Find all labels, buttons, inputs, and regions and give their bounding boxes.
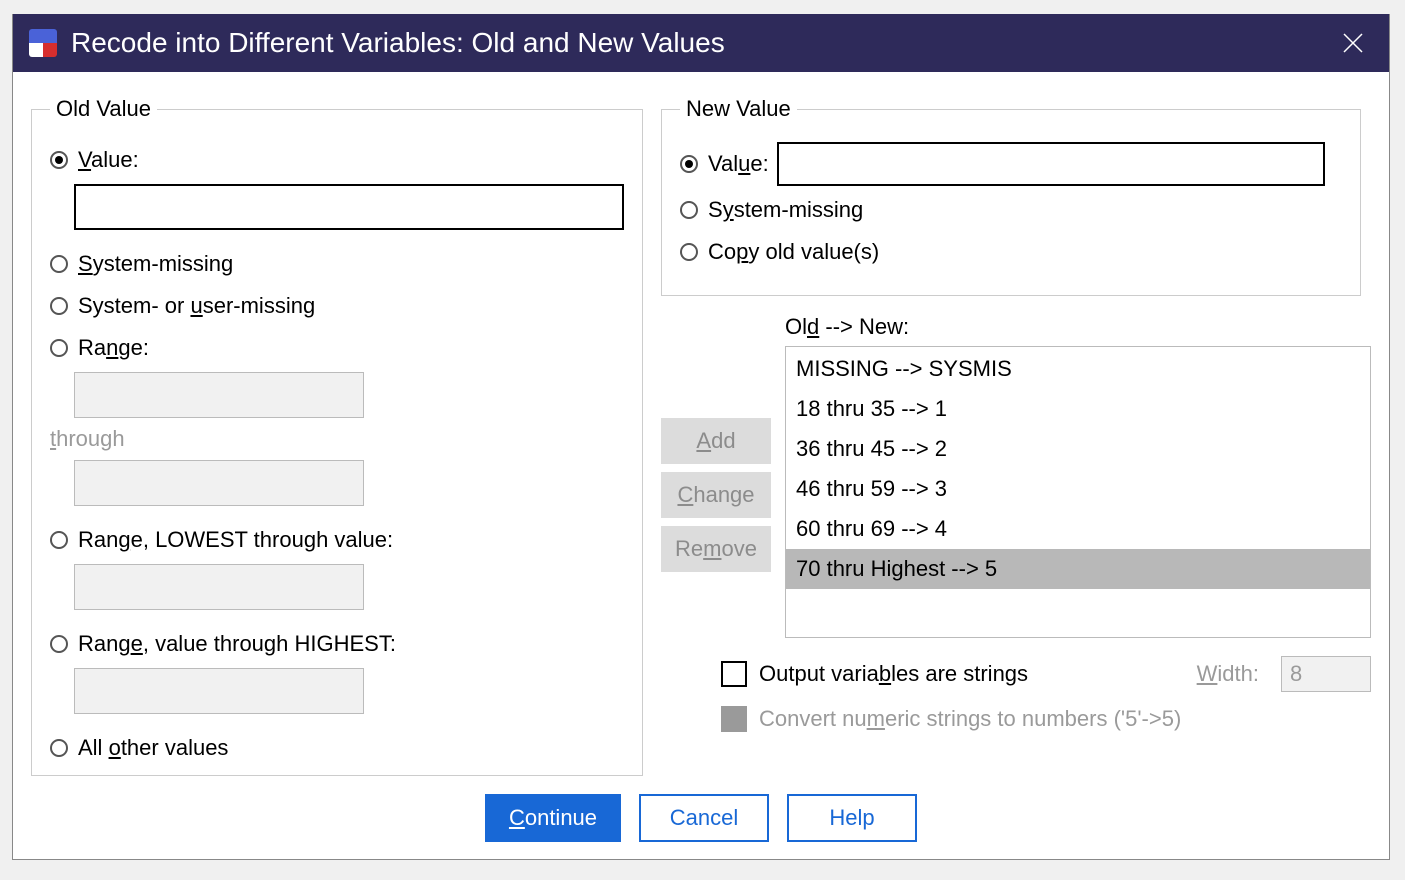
new-value-group: New Value Value: System-missing Copy old… bbox=[661, 96, 1361, 296]
spss-app-icon bbox=[29, 29, 57, 57]
mapping-item[interactable]: 46 thru 59 --> 3 bbox=[786, 469, 1370, 509]
dialog-footer: Continue Cancel Help bbox=[13, 794, 1389, 842]
radio-icon bbox=[50, 339, 68, 357]
remove-button[interactable]: Remove bbox=[661, 526, 771, 572]
old-range-highest-radio[interactable]: Range, value through HIGHEST: bbox=[50, 626, 624, 662]
old-system-missing-radio[interactable]: System-missing bbox=[50, 246, 624, 282]
convert-numeric-checkbox bbox=[721, 706, 747, 732]
radio-icon bbox=[50, 635, 68, 653]
old-system-user-missing-radio[interactable]: System- or user-missing bbox=[50, 288, 624, 324]
old-range-lowest-radio[interactable]: Range, LOWEST through value: bbox=[50, 522, 624, 558]
range-to-input[interactable] bbox=[74, 460, 364, 506]
new-copy-old-radio[interactable]: Copy old value(s) bbox=[680, 234, 1342, 270]
old-value-radio-value[interactable]: Value: bbox=[50, 142, 624, 178]
titlebar: Recode into Different Variables: Old and… bbox=[13, 14, 1389, 72]
mapping-label: Old --> New: bbox=[785, 314, 1371, 340]
range-highest-input[interactable] bbox=[74, 668, 364, 714]
change-button[interactable]: Change bbox=[661, 472, 771, 518]
cancel-button[interactable]: Cancel bbox=[639, 794, 769, 842]
mapping-item[interactable]: MISSING --> SYSMIS bbox=[786, 349, 1370, 389]
radio-icon bbox=[50, 297, 68, 315]
radio-icon bbox=[680, 155, 698, 173]
radio-icon bbox=[50, 255, 68, 273]
radio-icon bbox=[680, 243, 698, 261]
dialog-title: Recode into Different Variables: Old and… bbox=[71, 27, 1333, 59]
mapping-item[interactable]: 70 thru Highest --> 5 bbox=[786, 549, 1370, 589]
mapping-item[interactable]: 60 thru 69 --> 4 bbox=[786, 509, 1370, 549]
mapping-list[interactable]: MISSING --> SYSMIS18 thru 35 --> 136 thr… bbox=[785, 346, 1371, 638]
old-value-group: Old Value Value: System-missing System- … bbox=[31, 96, 643, 776]
old-value-legend: Old Value bbox=[50, 96, 157, 122]
new-value-radio[interactable]: Value: bbox=[680, 142, 1342, 186]
mapping-item[interactable]: 36 thru 45 --> 2 bbox=[786, 429, 1370, 469]
radio-icon bbox=[680, 201, 698, 219]
range-from-input[interactable] bbox=[74, 372, 364, 418]
width-label: Width: bbox=[1197, 661, 1259, 687]
radio-icon bbox=[50, 151, 68, 169]
output-strings-label: Output variables are strings bbox=[759, 661, 1028, 687]
recode-dialog: Recode into Different Variables: Old and… bbox=[12, 14, 1390, 860]
new-system-missing-radio[interactable]: System-missing bbox=[680, 192, 1342, 228]
radio-icon bbox=[50, 739, 68, 757]
close-icon bbox=[1342, 32, 1364, 54]
mapping-item[interactable]: 18 thru 35 --> 1 bbox=[786, 389, 1370, 429]
convert-numeric-label: Convert numeric strings to numbers ('5'-… bbox=[759, 706, 1181, 732]
output-strings-checkbox[interactable] bbox=[721, 661, 747, 687]
old-value-input[interactable] bbox=[74, 184, 624, 230]
help-button[interactable]: Help bbox=[787, 794, 917, 842]
new-value-input[interactable] bbox=[777, 142, 1325, 186]
continue-button[interactable]: Continue bbox=[485, 794, 621, 842]
add-button[interactable]: Add bbox=[661, 418, 771, 464]
old-range-radio[interactable]: Range: bbox=[50, 330, 624, 366]
close-button[interactable] bbox=[1333, 23, 1373, 63]
range-lowest-input[interactable] bbox=[74, 564, 364, 610]
new-value-legend: New Value bbox=[680, 96, 797, 122]
width-input[interactable]: 8 bbox=[1281, 656, 1371, 692]
radio-icon bbox=[50, 531, 68, 549]
old-all-other-radio[interactable]: All other values bbox=[50, 730, 624, 766]
